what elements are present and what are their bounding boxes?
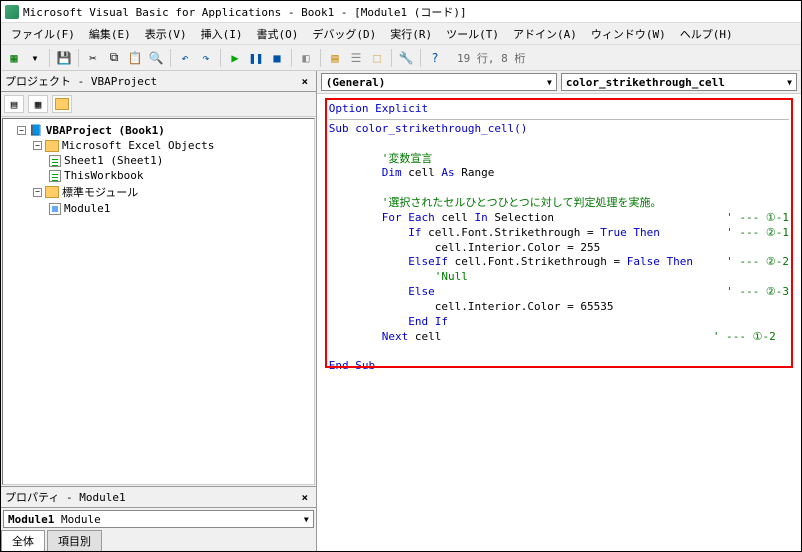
- project-icon[interactable]: ▤: [326, 49, 344, 67]
- separator: [320, 49, 321, 67]
- chevron-down-icon: ▼: [547, 78, 552, 87]
- separator: [49, 49, 50, 67]
- redo-icon[interactable]: ↷: [197, 49, 215, 67]
- tab-all[interactable]: 全体: [1, 530, 45, 551]
- undo-icon[interactable]: ↶: [176, 49, 194, 67]
- tree-root-label: VBAProject (Book1): [46, 124, 165, 137]
- expander-icon[interactable]: −: [17, 126, 26, 135]
- chevron-down-icon: ▼: [787, 78, 792, 87]
- view-code-icon[interactable]: ▤: [4, 95, 24, 113]
- separator: [170, 49, 171, 67]
- project-toolbar: ▤ ▦: [1, 92, 316, 117]
- menu-run[interactable]: 実行(R): [384, 24, 438, 44]
- menu-debug[interactable]: デバッグ(D): [306, 24, 382, 44]
- project-panel-title-bar: プロジェクト - VBAProject ×: [1, 71, 316, 92]
- tree-sheet1[interactable]: Sheet1 (Sheet1): [7, 153, 310, 168]
- tree-root[interactable]: − 📘 VBAProject (Book1): [7, 123, 310, 138]
- menu-edit[interactable]: 編集(E): [83, 24, 137, 44]
- run-icon[interactable]: ▶: [226, 49, 244, 67]
- tree-modules-folder[interactable]: − 標準モジュール: [7, 183, 310, 201]
- vba-project-icon: 📘: [29, 124, 43, 137]
- tree-sheet1-label: Sheet1 (Sheet1): [64, 154, 163, 167]
- tree-objects-folder[interactable]: − Microsoft Excel Objects: [7, 138, 310, 153]
- separator: [220, 49, 221, 67]
- sheet-icon: [49, 155, 61, 167]
- tab-category[interactable]: 項目別: [47, 530, 102, 551]
- module-icon: [49, 203, 61, 215]
- tree-modules-label: 標準モジュール: [62, 184, 138, 200]
- close-icon[interactable]: ×: [298, 74, 312, 88]
- object-dropdown-value: (General): [326, 76, 386, 89]
- toolbox-icon[interactable]: 🔧: [397, 49, 415, 67]
- code-editor[interactable]: Option ExplicitSub color_strikethrough_c…: [317, 94, 801, 382]
- properties-icon[interactable]: ☰: [347, 49, 365, 67]
- stop-icon[interactable]: ■: [268, 49, 286, 67]
- separator: [420, 49, 421, 67]
- line-col-status: 19 行, 8 桁: [457, 50, 525, 66]
- pause-icon[interactable]: ❚❚: [247, 49, 265, 67]
- separator: [391, 49, 392, 67]
- properties-tabs: 全体 項目別: [1, 530, 316, 551]
- separator: [78, 49, 79, 67]
- chevron-down-icon: ▼: [304, 515, 309, 524]
- tree-module1-label: Module1: [64, 202, 110, 215]
- sheet-icon: [49, 170, 61, 182]
- excel-icon[interactable]: ▦: [5, 49, 23, 67]
- procedure-dropdown[interactable]: color_strikethrough_cell ▼: [561, 73, 797, 91]
- menu-addin[interactable]: アドイン(A): [507, 24, 583, 44]
- tree-thisworkbook[interactable]: ThisWorkbook: [7, 168, 310, 183]
- paste-icon[interactable]: 📋: [126, 49, 144, 67]
- copy-icon[interactable]: ⧉: [105, 49, 123, 67]
- menu-file[interactable]: ファイル(F): [5, 24, 81, 44]
- menu-window[interactable]: ウィンドウ(W): [585, 24, 672, 44]
- toolbar: ▦ ▾ 💾 ✂ ⧉ 📋 🔍 ↶ ↷ ▶ ❚❚ ■ ◧ ▤ ☰ ⬚ 🔧 ? 19 …: [1, 45, 801, 71]
- close-icon[interactable]: ×: [298, 490, 312, 504]
- expander-icon[interactable]: −: [33, 141, 42, 150]
- save-icon[interactable]: 💾: [55, 49, 73, 67]
- properties-panel-title: プロパティ - Module1: [5, 489, 126, 505]
- cut-icon[interactable]: ✂: [84, 49, 102, 67]
- window-title: Microsoft Visual Basic for Applications …: [23, 4, 467, 20]
- menu-tool[interactable]: ツール(T): [440, 24, 505, 44]
- find-icon[interactable]: 🔍: [147, 49, 165, 67]
- project-tree[interactable]: − 📘 VBAProject (Book1) − Microsoft Excel…: [2, 118, 315, 485]
- title-bar: Microsoft Visual Basic for Applications …: [1, 1, 801, 23]
- menu-bar: ファイル(F) 編集(E) 表示(V) 挿入(I) 書式(O) デバッグ(D) …: [1, 23, 801, 45]
- browser-icon[interactable]: ⬚: [368, 49, 386, 67]
- help-icon[interactable]: ?: [426, 49, 444, 67]
- procedure-dropdown-value: color_strikethrough_cell: [566, 76, 725, 89]
- properties-object-select[interactable]: Module1 Module ▼: [3, 510, 314, 528]
- design-icon[interactable]: ◧: [297, 49, 315, 67]
- view-object-icon[interactable]: ▦: [28, 95, 48, 113]
- tree-objects-label: Microsoft Excel Objects: [62, 139, 214, 152]
- dropdown-icon[interactable]: ▾: [26, 49, 44, 67]
- menu-format[interactable]: 書式(O): [251, 24, 305, 44]
- object-dropdown[interactable]: (General) ▼: [321, 73, 557, 91]
- folder-toggle-icon[interactable]: [52, 95, 72, 113]
- tree-thisworkbook-label: ThisWorkbook: [64, 169, 143, 182]
- project-panel-title: プロジェクト - VBAProject: [5, 73, 157, 89]
- separator: [291, 49, 292, 67]
- menu-help[interactable]: ヘルプ(H): [674, 24, 739, 44]
- menu-insert[interactable]: 挿入(I): [195, 24, 249, 44]
- app-icon: [5, 5, 19, 19]
- folder-icon: [45, 140, 59, 152]
- menu-view[interactable]: 表示(V): [139, 24, 193, 44]
- expander-icon[interactable]: −: [33, 188, 42, 197]
- tree-module1[interactable]: Module1: [7, 201, 310, 216]
- properties-panel-title-bar: プロパティ - Module1 ×: [1, 487, 316, 508]
- folder-icon: [45, 186, 59, 198]
